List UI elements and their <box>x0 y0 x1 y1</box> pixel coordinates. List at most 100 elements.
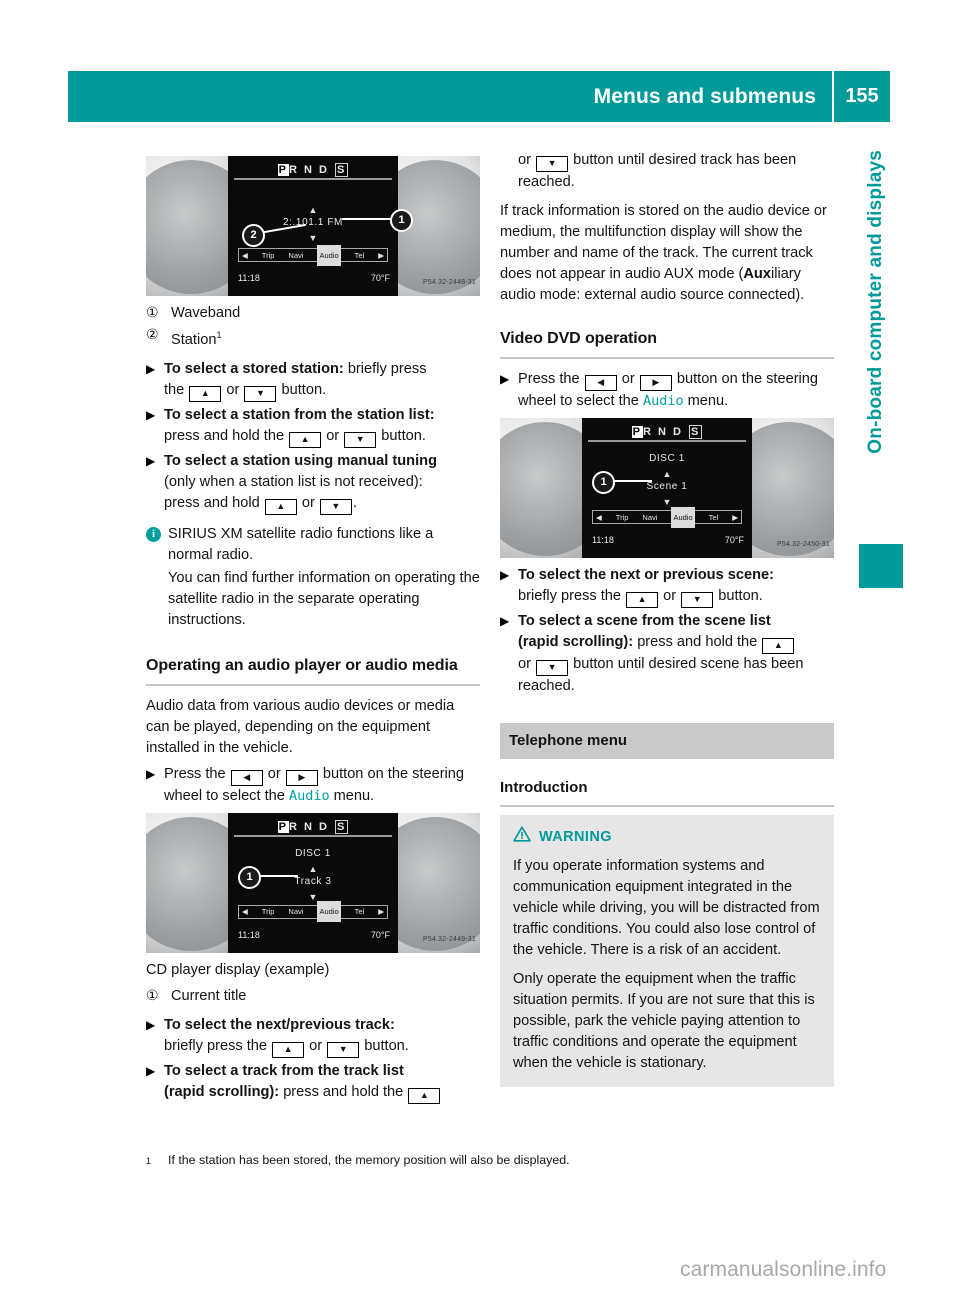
instruction-item: ▶ To select a track from the track list (… <box>146 1061 480 1104</box>
temperature-readout: 70°F <box>370 929 390 940</box>
screen-menu-bar: ◀ Trip Navi Audio Tel ▶ <box>238 901 388 923</box>
instruction-item: ▶ To select a stored station: briefly pr… <box>146 359 480 402</box>
bullet-triangle-icon: ▶ <box>500 614 510 628</box>
figure-image-code: P54.32-2450-31 <box>776 541 830 548</box>
page-number: 155 <box>845 85 879 107</box>
menu-right-arrow-icon: ▶ <box>378 250 384 260</box>
page-header: Menus and submenus 155 <box>68 71 890 122</box>
up-button-key-icon: ▲ <box>762 638 795 654</box>
figure-callout-2: 2 <box>242 224 265 247</box>
legend-footnote-ref: 1 <box>216 330 222 340</box>
up-button-key-icon: ▲ <box>272 1041 305 1058</box>
subsection-bar: Telephone menu <box>500 723 834 759</box>
screen-divider <box>234 178 392 180</box>
instruction-text: button. <box>360 1037 409 1054</box>
down-button-key-icon: ▼ <box>536 660 569 676</box>
instruction-text: or <box>518 152 536 168</box>
menu-item-navi: Navi <box>288 250 304 260</box>
sub-heading-rule <box>500 805 834 807</box>
screen-divider <box>588 440 746 442</box>
chapter-side-tab-label: On-board computer and displays <box>865 150 886 454</box>
callout-leader-1 <box>610 480 652 482</box>
legend-label: Station <box>171 331 217 348</box>
figure-caption: CD player display (example) <box>146 961 330 978</box>
instruction-item: ▶ Press the ◀ or ▶ button on the steerin… <box>146 764 480 807</box>
menu-name-audio: Audio <box>288 787 330 804</box>
bullet-triangle-icon: ▶ <box>500 372 510 386</box>
bullet-triangle-icon: ▶ <box>146 1063 156 1078</box>
menu-item-tel: Tel <box>708 512 719 522</box>
screen-menu-bar: ◀ Trip Navi Audio Tel ▶ <box>592 506 742 528</box>
instruction-text: press and hold the <box>164 427 289 444</box>
menu-right-arrow-icon: ▶ <box>378 907 384 917</box>
menu-item-trip: Trip <box>261 250 275 260</box>
screen-menu-bar: ◀ Trip Navi Audio Tel ▶ <box>238 244 388 266</box>
figure-dvd-display: PR N DS DISC 1 ▲ Scene 1 ▼ ◀ Trip Navi A… <box>500 418 834 558</box>
info-icon-glyph: i <box>146 526 161 542</box>
warning-paragraph: If you operate information systems and c… <box>513 858 820 958</box>
instruction-item: ▶ To select a scene from the scene list (… <box>500 611 834 697</box>
instruction-item: ▶ To select a station from the station l… <box>146 405 480 448</box>
warning-paragraph: Only operate the equipment when the traf… <box>513 971 815 1071</box>
legend-item: ① Waveband <box>146 303 480 324</box>
instruction-lead: To select a station using manual tuning <box>164 452 437 469</box>
menu-item-audio: Audio <box>317 244 341 266</box>
menu-item-audio: Audio <box>317 901 341 923</box>
bullet-triangle-icon: ▶ <box>146 361 156 376</box>
figure-callout-1: 1 <box>390 209 413 232</box>
site-watermark: carmanualsonline.info <box>680 1258 887 1281</box>
instruction-text: or <box>297 494 319 511</box>
warning-header: WARNING <box>513 826 821 849</box>
info-note: i SIRIUS XM satellite radio functions li… <box>146 524 480 633</box>
figure-callout-1: 1 <box>592 471 615 494</box>
right-button-key-icon: ▶ <box>639 375 672 391</box>
instruction-item: ▶ To select the next/previous track: brie… <box>146 1015 480 1058</box>
instruction-lead-2: (rapid scrolling): <box>518 634 634 650</box>
instruction-text: menu. <box>329 787 375 804</box>
clock-readout: 11:18 <box>592 535 614 545</box>
screen-divider <box>234 834 392 837</box>
menu-left-arrow-icon: ◀ <box>242 907 248 917</box>
figure-image-code: P54.32-2448-31 <box>422 279 476 286</box>
instruction-text: or <box>222 381 244 398</box>
page-title: Menus and submenus <box>593 84 816 108</box>
instruction-item: ▶ Press the ◀ or ▶ button on the steerin… <box>500 369 834 412</box>
instruction-text: button. <box>714 588 763 604</box>
figure-image-code: P54.32-2449-31 <box>422 935 476 943</box>
up-button-key-icon: ▲ <box>408 1087 441 1104</box>
legend-label: Waveband <box>171 305 241 321</box>
instruction-text: or <box>263 765 285 782</box>
footnote-marker: 1 <box>146 1156 152 1166</box>
left-button-key-icon: ◀ <box>584 375 617 391</box>
paragraph-bold: Aux <box>743 266 771 282</box>
screen-status-row: 11:18 70°F <box>238 925 390 946</box>
bullet-triangle-icon: ▶ <box>146 766 156 781</box>
instruction-text: briefly press <box>343 360 427 377</box>
clock-readout: 11:18 <box>238 929 260 940</box>
menu-right-arrow-icon: ▶ <box>732 512 738 522</box>
chapter-tab-marker <box>859 544 903 588</box>
footnote: 1 If the station has been stored, the me… <box>146 1152 846 1170</box>
menu-item-trip: Trip <box>261 907 275 917</box>
gear-s: S <box>688 425 703 439</box>
warning-box: WARNING If you operate information syste… <box>500 815 834 1087</box>
up-button-key-icon: ▲ <box>264 498 297 515</box>
instruction-lead: To select a scene from the scene list <box>518 613 771 629</box>
section-heading: Operating an audio player or audio media <box>146 656 458 674</box>
instruction-item: ▶ To select the next or previous scene: b… <box>500 565 834 608</box>
right-column: or ▼ button until desired track has been… <box>500 150 834 1087</box>
menu-left-arrow-icon: ◀ <box>242 250 248 260</box>
up-button-key-icon: ▲ <box>289 431 322 448</box>
bullet-triangle-icon: ▶ <box>500 568 510 582</box>
bullet-triangle-icon: ▶ <box>146 1017 156 1032</box>
footnote-text: If the station has been stored, the memo… <box>168 1153 570 1167</box>
instruction-text: . <box>352 494 357 511</box>
left-button-key-icon: ◀ <box>230 769 263 786</box>
callout-leader-1 <box>256 874 298 877</box>
gear-rnd: R N D <box>289 164 329 176</box>
legend-number: ① <box>146 305 159 321</box>
menu-left-arrow-icon: ◀ <box>596 512 602 522</box>
menu-item-trip: Trip <box>615 512 629 522</box>
gear-p: P <box>277 164 290 176</box>
legend-number: ② <box>146 327 159 343</box>
